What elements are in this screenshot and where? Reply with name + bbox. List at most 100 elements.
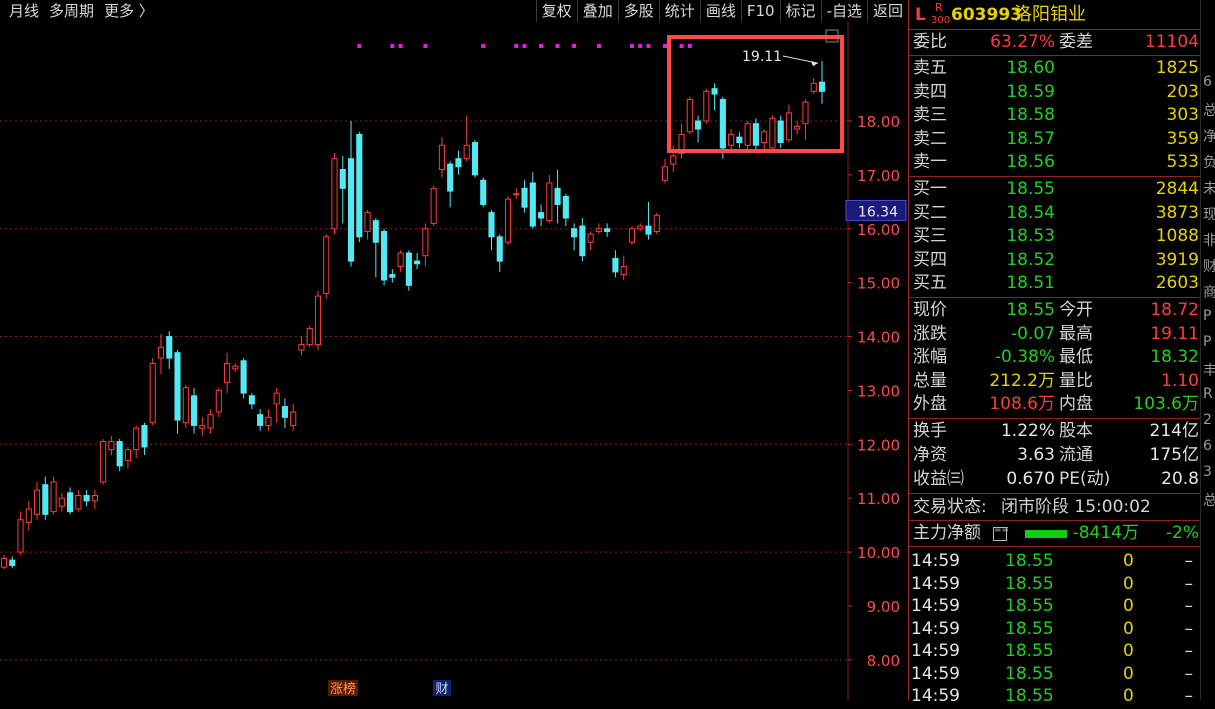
stat-label: 总量 [913, 370, 947, 391]
stock-code[interactable]: 603993 [951, 2, 1022, 28]
candle-up [628, 228, 636, 243]
edge-glyph: 商 [1203, 282, 1215, 302]
flow-bar [1025, 530, 1067, 538]
candle-up [298, 344, 305, 351]
stat-value: 19.11 [1150, 323, 1199, 344]
buy-level-price: 18.53 [1006, 226, 1055, 246]
sell-level-1: 卖一 18.56 533 [909, 151, 1201, 175]
tick-row: 14:59 18.55 0 – [909, 550, 1201, 574]
stat-label: 量比 [1059, 370, 1093, 391]
sell-level-price: 18.60 [1006, 58, 1055, 78]
finance-value: 214亿 [1149, 421, 1199, 441]
candle-down [347, 158, 355, 262]
weibi-label: 委比 [913, 32, 947, 52]
axis-tick-label: 8.00 [867, 652, 900, 670]
edge-glyph: 未 [1203, 178, 1215, 198]
buy-level-volume: 1088 [1155, 226, 1199, 246]
candle-up [761, 131, 768, 144]
kline-chart-area[interactable]: 月线 多周期 更多 〉 复权 叠加 多股 统计 画线 F10 标记 -自选 返回 18.00 17.0… [0, 0, 908, 700]
edge-glyph: 非 [1203, 230, 1215, 250]
candle-up [314, 295, 322, 346]
axis-tick-label: 17.00 [857, 167, 900, 185]
candle-down [488, 212, 495, 238]
candle-down [174, 352, 181, 421]
tick-direction: – [1184, 686, 1194, 706]
candle-down [777, 120, 784, 144]
sell-level-5: 卖五 18.60 1825 [909, 57, 1201, 81]
tick-row: 14:59 18.55 0 – [909, 573, 1201, 597]
candle-down [604, 228, 611, 232]
candle-up [0, 558, 8, 568]
signal-marker [514, 44, 519, 48]
candle-down [141, 424, 148, 448]
tick-price: 18.55 [1005, 641, 1054, 661]
candle-down [554, 187, 561, 206]
finance-label: 股本 [1059, 421, 1093, 441]
candle-up [794, 125, 801, 130]
tick-price: 18.55 [1005, 596, 1054, 616]
candlestick-chart[interactable]: 18.00 17.00 16.00 15.00 14.00 13.00 12.00 11.00… [0, 0, 908, 700]
stat-row: 现价 18.55 今开 18.72 [909, 299, 1201, 323]
stat-label: 最低 [1059, 347, 1093, 367]
candle-down [405, 252, 412, 286]
candle-down [83, 494, 90, 502]
candle-up [199, 424, 206, 429]
candle-up [438, 144, 445, 170]
candle-up [290, 411, 297, 426]
candle-up [33, 489, 41, 515]
axis-tick-label: 11.00 [857, 490, 900, 508]
candle-up [422, 228, 429, 257]
candle-down [372, 220, 379, 243]
stat-row: 总量 212.2万 量比 1.10 [909, 370, 1201, 394]
edge-glyph: 负 [1203, 152, 1215, 172]
tick-direction: – [1184, 573, 1194, 594]
main-flow-row[interactable]: 主力净额 ≡≡ -8414万 -2% [909, 522, 1201, 546]
edge-glyph: 总 [1203, 100, 1215, 120]
candle-up [513, 193, 520, 196]
market-letter: L [915, 5, 926, 25]
tick-time: 14:59 [911, 596, 960, 616]
tick-time: 14:59 [911, 641, 960, 661]
finance-value: 1.22% [1000, 421, 1055, 441]
candle-up [133, 427, 140, 451]
candle-down [711, 88, 718, 95]
axis-tick-label: 16.00 [857, 221, 900, 239]
finance-value: 3.63 [1017, 445, 1055, 465]
candle-down [240, 360, 247, 394]
tick-time: 14:59 [911, 686, 960, 706]
edge-glyph: 总 [1203, 490, 1215, 510]
buy-level-price: 18.51 [1006, 273, 1055, 293]
candle-up [661, 166, 669, 181]
candle-up [744, 123, 751, 146]
candle-up [653, 214, 660, 232]
candle-down [612, 257, 619, 273]
stat-row: 涨幅 -0.38% 最低 18.32 [909, 346, 1201, 370]
signal-marker [481, 44, 486, 48]
axis-tick-label: 15.00 [857, 275, 900, 293]
tick-volume: 0 [1123, 663, 1134, 684]
axis-tick-label: 13.00 [857, 382, 900, 400]
sell-level-volume: 1825 [1155, 58, 1199, 78]
edge-glyph: 2 [1203, 412, 1212, 428]
weibi-value: 63.27% [990, 32, 1055, 52]
collapsed-side-panel[interactable]: 6总净负未现非财商PP丰R263总 [1200, 0, 1215, 700]
axis-tick-label: 9.00 [867, 598, 900, 616]
candle-up [265, 416, 272, 426]
signal-marker [687, 44, 692, 48]
candle-down [9, 559, 16, 567]
edge-glyph: 现 [1203, 204, 1215, 224]
finance-row: 收益㈢ 0.670 PE(动) 20.8 [909, 468, 1201, 492]
tick-direction: – [1184, 663, 1194, 684]
candle-up [686, 98, 693, 133]
buy-level-3: 买三 18.53 1088 [909, 225, 1201, 249]
candle-down [694, 120, 702, 130]
stat-value: 18.72 [1150, 300, 1199, 320]
stock-name[interactable]: 洛阳钼业 [1014, 2, 1086, 28]
candle-down [248, 395, 255, 405]
flow-list-icon[interactable]: ≡≡ [993, 526, 1009, 541]
buy-level-price: 18.55 [1006, 179, 1055, 199]
candle-down [752, 123, 759, 146]
buy-level-label: 买四 [913, 249, 947, 270]
tick-price: 18.55 [1005, 573, 1054, 594]
buy-level-1: 买一 18.55 2844 [909, 178, 1201, 202]
